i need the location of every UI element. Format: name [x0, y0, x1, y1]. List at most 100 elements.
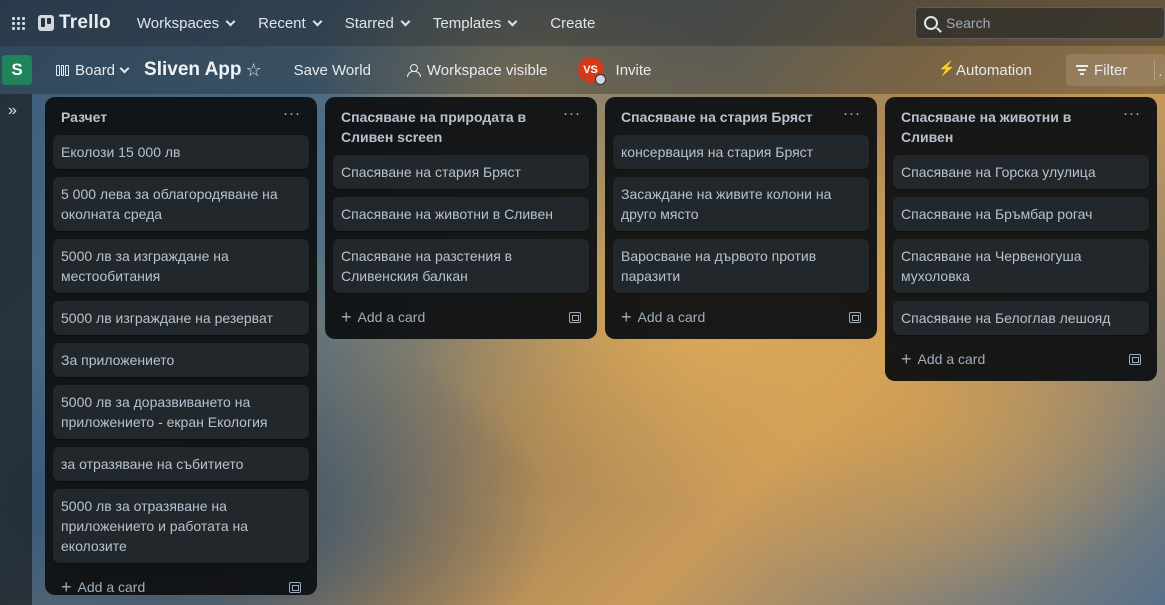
list-actions-icon[interactable]: ··· — [283, 106, 301, 121]
add-card-button[interactable]: + Add a card — [901, 349, 986, 369]
board-view-icon — [56, 64, 70, 76]
add-card-label: Add a card — [917, 351, 986, 367]
card[interactable]: Спасяване на животни в Сливен — [333, 197, 589, 231]
card[interactable]: Еколози 15 000 лв — [53, 135, 309, 169]
plus-icon: + — [901, 349, 912, 369]
list-actions-icon[interactable]: ··· — [563, 106, 581, 121]
list-column: Разчет ··· Еколози 15 000 лв 5 000 лева … — [45, 97, 317, 596]
list-header: Спасяване на животни в Сливен ··· — [893, 97, 1149, 155]
add-card-button[interactable]: + Add a card — [61, 577, 146, 597]
nav-workspaces[interactable]: Workspaces — [125, 7, 246, 39]
card[interactable]: Спасяване на Бръмбар рогач — [893, 197, 1149, 231]
workspace-avatar[interactable]: S — [2, 55, 32, 85]
list-column: Спасяване на природата в Сливен screen ·… — [325, 97, 597, 339]
top-navigation-bar: Trello Workspaces Recent Starred Templat… — [0, 0, 1165, 46]
app-switcher-icon[interactable] — [2, 0, 34, 46]
list-title[interactable]: Разчет — [61, 107, 261, 127]
nav-recent-label: Recent — [258, 14, 306, 32]
chevron-down-icon — [119, 63, 130, 73]
nav-recent[interactable]: Recent — [246, 7, 333, 39]
card[interactable]: Засаждане на живите колони на друго мяст… — [613, 177, 869, 231]
card[interactable]: За приложението — [53, 343, 309, 377]
card[interactable]: Спасяване на Червеногуша мухоловка — [893, 239, 1149, 293]
list-column: Спасяване на животни в Сливен ··· Спасяв… — [885, 97, 1157, 381]
card[interactable]: Спасяване на стария Бряст — [333, 155, 589, 189]
create-button[interactable]: Create — [538, 7, 607, 39]
list-header: Разчет ··· — [53, 97, 309, 135]
trello-logo-icon — [38, 15, 54, 31]
star-icon[interactable]: ☆ — [246, 60, 262, 81]
expand-sidebar-icon[interactable]: » — [8, 102, 17, 120]
save-world-button[interactable]: Save World — [284, 54, 381, 86]
workspace-visible-icon — [406, 64, 421, 77]
filter-button[interactable]: Filter — [1066, 54, 1165, 86]
nav-workspaces-label: Workspaces — [136, 14, 220, 32]
visibility-button[interactable]: Workspace visible — [397, 54, 558, 86]
view-switcher-button[interactable]: Board — [46, 54, 138, 86]
card-template-icon[interactable] — [849, 311, 861, 323]
list-header: Спасяване на природата в Сливен screen ·… — [333, 97, 589, 155]
card[interactable]: Варосване на дървото против паразити — [613, 239, 869, 293]
list-actions-icon[interactable]: ··· — [843, 106, 861, 121]
board-title[interactable]: Sliven App — [144, 59, 241, 81]
card[interactable]: консервация на стария Бряст — [613, 135, 869, 169]
admin-badge-icon — [594, 74, 606, 85]
add-card-label: Add a card — [77, 579, 146, 595]
workspace-sidebar: » — [0, 94, 32, 605]
add-card-row: + Add a card — [333, 301, 589, 333]
card-template-icon[interactable] — [289, 581, 301, 593]
brand-name: Trello — [59, 12, 111, 33]
view-switcher-label: Board — [75, 61, 116, 79]
list-header: Спасяване на стария Бряст ··· — [613, 97, 869, 135]
card[interactable]: за отразяване на събитието — [53, 447, 309, 481]
nav-templates[interactable]: Templates — [421, 7, 528, 39]
list-actions-icon[interactable]: ··· — [1123, 106, 1141, 121]
chevron-down-icon — [312, 16, 323, 26]
card-template-icon[interactable] — [569, 311, 581, 323]
filter-label: Filter — [1094, 61, 1128, 79]
search-input[interactable] — [946, 15, 1146, 31]
filter-icon — [1076, 65, 1088, 75]
lightning-icon — [938, 60, 955, 77]
search-box[interactable] — [915, 7, 1165, 39]
card[interactable]: 5000 лв за доразвиването на приложението… — [53, 385, 309, 439]
add-card-row: + Add a card — [613, 301, 869, 333]
nav-starred[interactable]: Starred — [333, 7, 421, 39]
plus-icon: + — [621, 307, 632, 327]
search-icon — [924, 16, 938, 30]
list-column: Спасяване на стария Бряст ··· консерваци… — [605, 97, 877, 339]
plus-icon: + — [61, 577, 72, 597]
card[interactable]: Спасяване на Горска улулица — [893, 155, 1149, 189]
add-card-button[interactable]: + Add a card — [621, 307, 706, 327]
card[interactable]: Спасяване на разстения в Сливенския балк… — [333, 239, 589, 293]
invite-button[interactable]: Invite — [606, 54, 662, 86]
add-card-label: Add a card — [357, 309, 426, 325]
add-card-row: + Add a card — [893, 343, 1149, 375]
card[interactable]: 5000 лв за отразяване на приложението и … — [53, 489, 309, 563]
visibility-label: Workspace visible — [426, 61, 548, 79]
plus-icon: + — [341, 307, 352, 327]
card[interactable]: 5000 лв изграждане на резерват — [53, 301, 309, 335]
more-options-icon[interactable]: · — [1158, 66, 1164, 82]
member-avatar[interactable]: VS — [577, 57, 606, 85]
card[interactable]: 5000 лв за изграждане на местообитания — [53, 239, 309, 293]
nav-starred-label: Starred — [344, 14, 394, 32]
list-title[interactable]: Спасяване на стария Бряст — [621, 107, 821, 127]
add-card-button[interactable]: + Add a card — [341, 307, 426, 327]
board-header: S Board Sliven App ☆ Save World Workspac… — [0, 46, 1165, 94]
nav-templates-label: Templates — [432, 14, 502, 32]
trello-logo[interactable]: Trello — [38, 12, 111, 34]
card[interactable]: Спасяване на Белоглав лешояд — [893, 301, 1149, 335]
card-template-icon[interactable] — [1129, 353, 1141, 365]
member-initials: VS — [583, 64, 598, 76]
card[interactable]: 5 000 лева за облагородяване на околната… — [53, 177, 309, 231]
divider — [1154, 60, 1155, 80]
chevron-down-icon — [400, 16, 411, 26]
chevron-down-icon — [225, 16, 236, 26]
list-title[interactable]: Спасяване на животни в Сливен — [901, 107, 1101, 147]
add-card-label: Add a card — [637, 309, 706, 325]
automation-label: Automation — [956, 61, 1032, 79]
list-title[interactable]: Спасяване на природата в Сливен screen — [341, 107, 541, 147]
add-card-row: + Add a card — [53, 571, 309, 603]
automation-button[interactable]: Automation — [930, 54, 1042, 86]
